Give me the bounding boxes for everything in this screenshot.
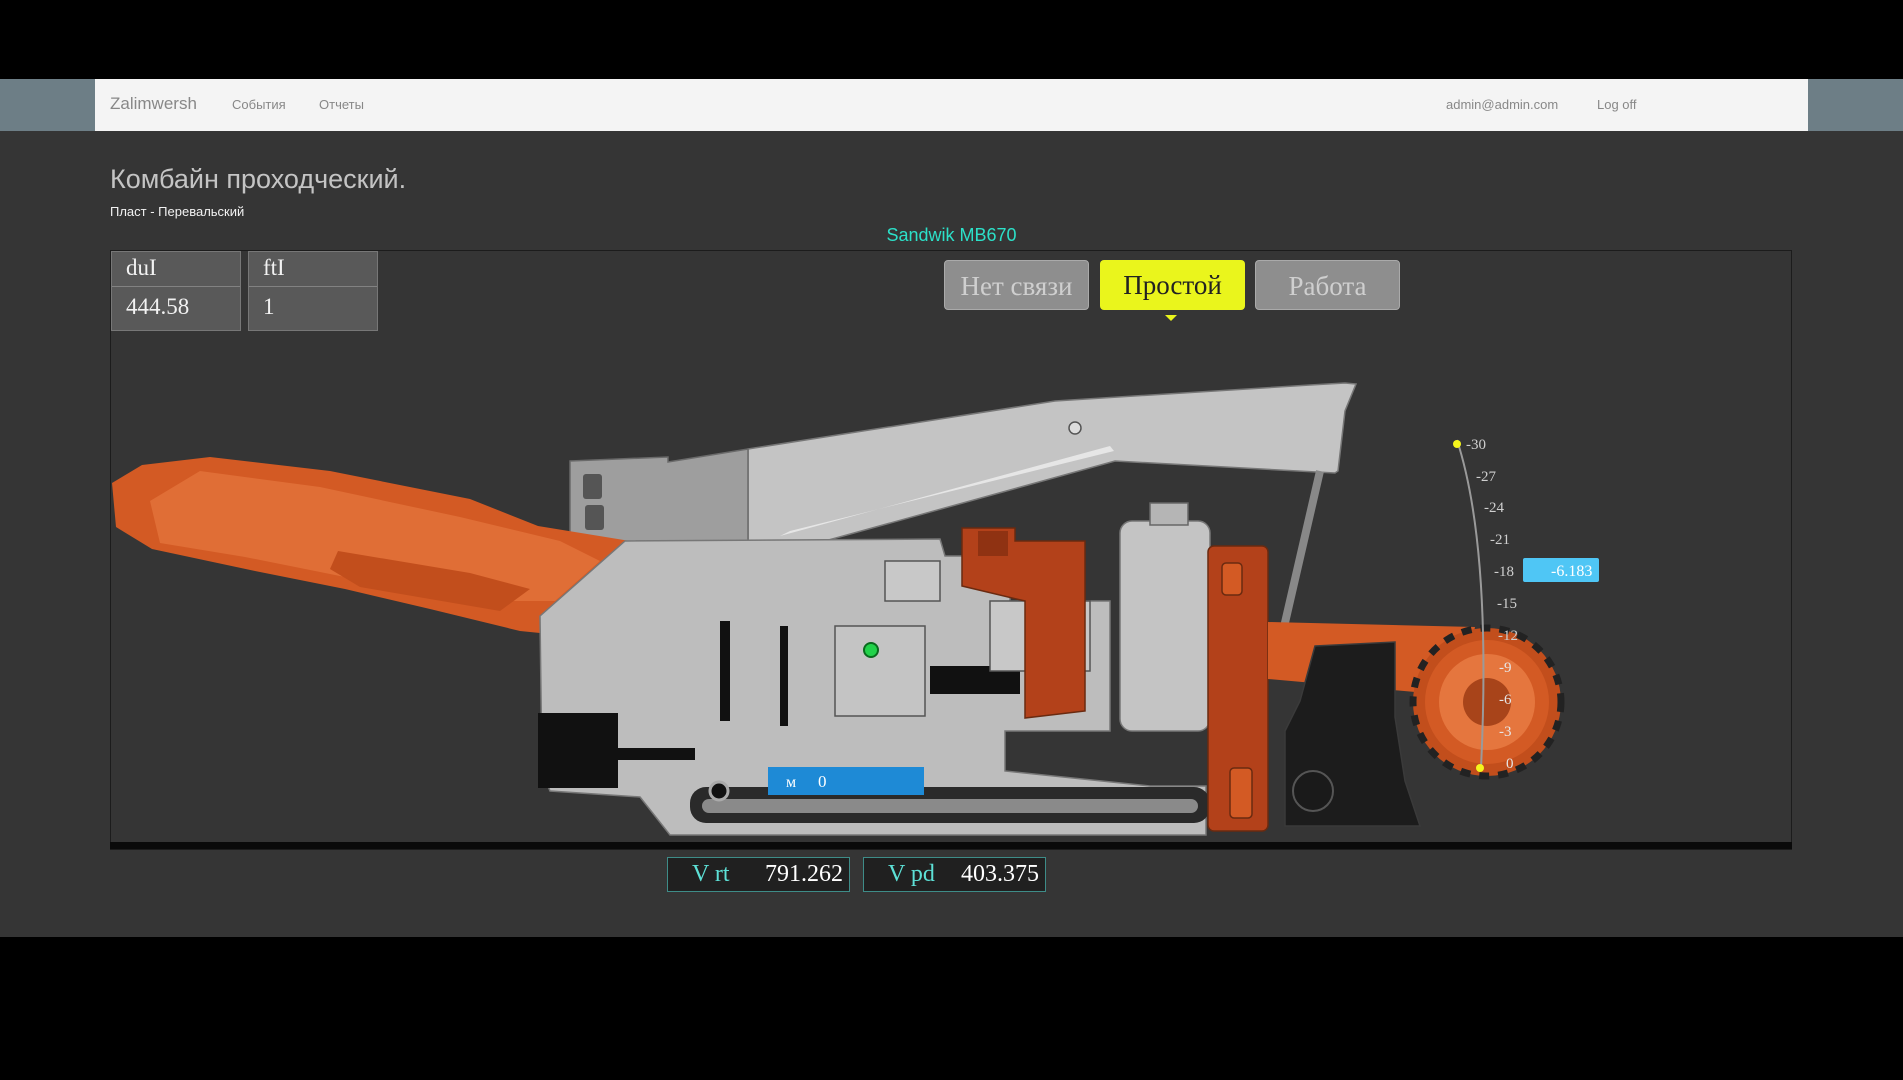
navbar: Zalimwersh События Отчеты admin@admin.co… — [95, 79, 1808, 132]
speed-value: 791.262 — [765, 861, 843, 887]
gauge-tick-label: -30 — [1466, 437, 1486, 453]
main-content: Комбайн проходческий. Пласт - Перевальск… — [0, 131, 1903, 937]
gauge-value: -6.183 — [1551, 563, 1592, 580]
gauge-tick-label: -9 — [1499, 660, 1512, 676]
cab-top — [1149, 502, 1189, 526]
navbar-wrapper: Zalimwersh События Отчеты admin@admin.co… — [0, 79, 1903, 132]
gauge-tick-label: -3 — [1499, 724, 1512, 740]
letterbox-bottom — [0, 937, 1903, 1080]
track-wheel-icon — [708, 780, 730, 802]
housing-vent — [583, 474, 602, 499]
gauge-tick-label: -6 — [1499, 692, 1512, 708]
rear-undercarriage — [538, 741, 556, 786]
logoff-link[interactable]: Log off — [1597, 97, 1637, 112]
body-slot — [780, 626, 788, 726]
gauge-tick-label: 0 — [1506, 756, 1514, 772]
body-slot — [600, 748, 695, 760]
speed-value: 403.375 — [961, 861, 1039, 887]
column-detail — [978, 531, 1008, 556]
position-value: 0 — [818, 772, 827, 791]
active-state-pointer — [1165, 315, 1177, 321]
pillar-light — [1221, 562, 1243, 596]
nav-link-reports[interactable]: Отчеты — [319, 97, 364, 112]
housing-vent — [585, 505, 604, 530]
speed-readout-vpd: V pd 403.375 — [863, 857, 1046, 892]
body-panel — [834, 625, 926, 717]
cab-tower — [1119, 520, 1211, 732]
gauge-tick-label: -24 — [1484, 500, 1504, 516]
cutter-drum-icon — [1409, 624, 1565, 780]
travel-rail — [110, 842, 1792, 849]
user-email-link[interactable]: admin@admin.com — [1446, 97, 1558, 112]
body-slot — [720, 621, 730, 721]
pillar-light — [1229, 767, 1253, 819]
brand-link[interactable]: Zalimwersh — [110, 94, 197, 114]
speed-readout-vrt: V rt 791.262 — [667, 857, 850, 892]
body-panel — [884, 560, 941, 602]
position-label: м — [786, 774, 796, 791]
gauge-end-marker — [1476, 764, 1484, 772]
gauge-tick-label: -15 — [1497, 596, 1517, 612]
gauge-tick-label: -18 — [1494, 564, 1514, 580]
gauge-end-marker — [1453, 440, 1461, 448]
track-links — [702, 799, 1198, 813]
speed-label: V rt — [692, 861, 730, 887]
arm-pivot-icon — [1068, 421, 1082, 435]
speed-label: V pd — [888, 861, 935, 887]
shield-wheel-icon — [1292, 770, 1334, 812]
gauge-tick-label: -27 — [1476, 469, 1496, 485]
letterbox-top — [0, 0, 1903, 79]
gauge-tick-label: -12 — [1498, 628, 1518, 644]
roadheader-diagram: м 0 -30 -27 -24 -21 -18 -15 -12 -9 -6 -3 — [112, 315, 1599, 848]
nav-link-events[interactable]: События — [232, 97, 286, 112]
status-led-icon — [863, 642, 879, 658]
gauge-tick-label: -21 — [1490, 532, 1510, 548]
